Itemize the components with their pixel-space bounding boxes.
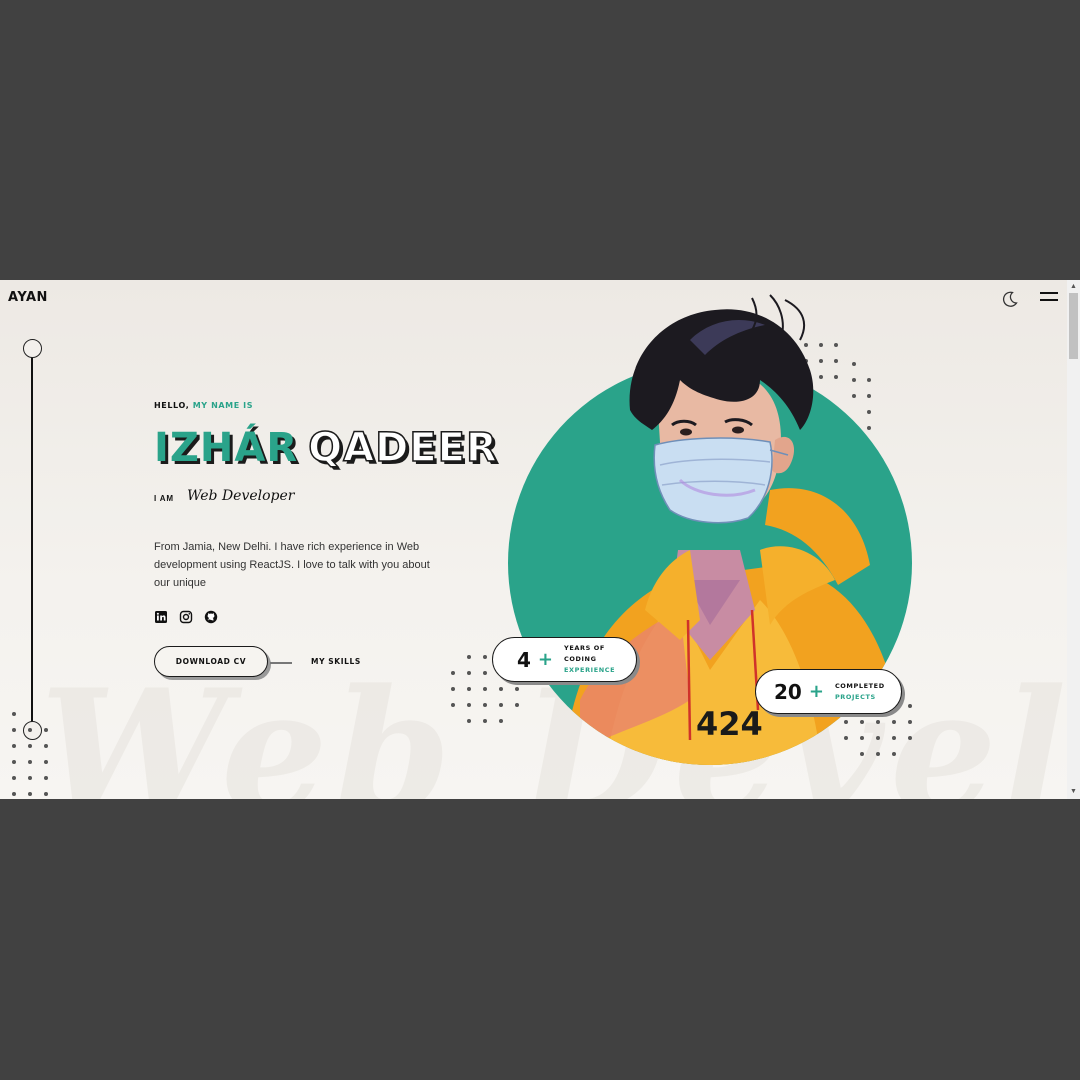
experience-label-line3: EXPERIENCE [564,666,616,674]
portfolio-page: Web Developer AYAN HELLO, MY NAME IS [0,280,1067,799]
first-name: IZHÁR [154,425,299,471]
download-cv-button[interactable]: DOWNLOAD CV [154,646,268,677]
greeting-prefix: HELLO, [154,401,190,410]
greeting-text: HELLO, MY NAME IS [154,401,253,410]
browser-viewport: Web Developer AYAN HELLO, MY NAME IS [0,280,1080,799]
scrollbar-thumb[interactable] [1069,293,1078,359]
plus-icon: + [808,681,824,702]
hamburger-menu-icon[interactable] [1040,292,1058,304]
experience-label-line2: CODING [564,655,597,663]
projects-stat-card: 20 + COMPLETED PROJECTS [755,669,902,714]
experience-number: 4 [517,647,531,672]
role-title: Web Developer [187,488,295,504]
decorative-dot-grid-left [12,712,48,796]
projects-label-line2: PROJECTS [834,692,876,701]
my-skills-link[interactable]: MY SKILLS [311,657,361,666]
scroll-progress-knob-top[interactable] [23,339,42,358]
shirt-number: 424 [696,705,763,743]
bio-paragraph: From Jamia, New Delhi. I have rich exper… [154,541,430,589]
github-icon[interactable] [204,610,218,624]
moon-icon[interactable] [1000,289,1020,309]
site-logo[interactable]: AYAN [8,290,48,305]
linkedin-icon[interactable] [154,610,168,624]
experience-stat-card: 4 + YEARS OF CODING EXPERIENCE [492,637,637,682]
i-am-label: I AM [154,494,174,503]
vertical-scrollbar[interactable]: ▲ ▼ [1067,280,1080,799]
greeting-accent: MY NAME IS [192,401,254,410]
hero-illustration: 424 [440,280,960,799]
scroll-progress-track [31,347,33,730]
experience-label: YEARS OF CODING EXPERIENCE [564,643,615,676]
projects-label: COMPLETED PROJECTS [835,681,885,703]
projects-label-line1: COMPLETED [834,681,885,690]
experience-label-line1: YEARS OF [564,644,605,652]
avatar-illustration: 424 [451,294,912,765]
instagram-icon[interactable] [179,610,193,624]
plus-icon: + [537,649,554,670]
scroll-up-arrow-icon[interactable]: ▲ [1070,283,1077,290]
button-connector-line [270,662,292,664]
scroll-down-arrow-icon[interactable]: ▼ [1070,788,1077,795]
social-links [154,610,218,624]
projects-number: 20 [774,679,802,704]
